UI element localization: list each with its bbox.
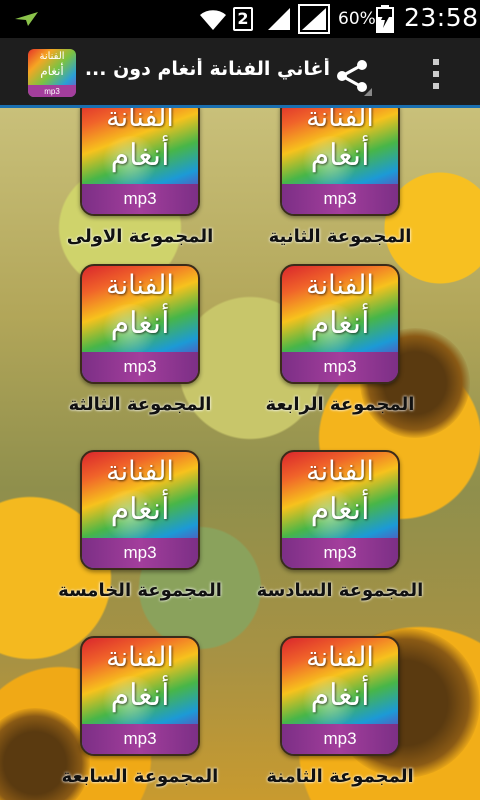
- group-thumbnail[interactable]: الفنانة أنغام mp3: [80, 108, 200, 216]
- tile-line2: أنغام: [110, 306, 170, 341]
- group-item[interactable]: الفنانة أنغام mp3 المجموعة الثانية: [240, 108, 440, 272]
- tile-line1: الفنانة: [306, 108, 374, 133]
- group-item[interactable]: الفنانة أنغام mp3 المجموعة الرابعة: [240, 264, 440, 440]
- group-item[interactable]: الفنانة أنغام mp3 المجموعة السادسة: [240, 450, 440, 626]
- group-label[interactable]: المجموعة الاولى: [40, 226, 240, 247]
- tile-format-label: mp3: [323, 729, 357, 748]
- group-label[interactable]: المجموعة الثامنة: [240, 766, 440, 787]
- tile-line2: أنغام: [310, 492, 370, 527]
- tile-line1: الفنانة: [306, 456, 374, 487]
- group-item[interactable]: الفنانة أنغام mp3 المجموعة السابعة: [40, 636, 240, 800]
- tile-format-label: mp3: [323, 357, 357, 376]
- action-bar: الفنانة أنغام mp3 أغاني الفنانة أنغام دو…: [0, 38, 480, 108]
- group-thumbnail[interactable]: الفنانة أنغام mp3: [280, 636, 400, 756]
- tile-format-label: mp3: [323, 189, 357, 208]
- overflow-menu-icon[interactable]: [430, 58, 442, 94]
- tile-line1: الفنانة: [106, 270, 174, 301]
- clock: 23:58: [404, 3, 479, 32]
- app-icon-line2: أنغام: [40, 64, 64, 78]
- group-thumbnail[interactable]: الفنانة أنغام mp3: [80, 636, 200, 756]
- group-label[interactable]: المجموعة الخامسة: [40, 580, 240, 601]
- tile-line1: الفنانة: [106, 108, 174, 133]
- app-icon[interactable]: الفنانة أنغام mp3: [28, 49, 76, 97]
- tile-line1: الفنانة: [306, 642, 374, 673]
- tile-format-label: mp3: [123, 189, 157, 208]
- tile-line2: أنغام: [310, 138, 370, 173]
- group-label[interactable]: المجموعة السابعة: [40, 766, 240, 787]
- sim-slot-badge: 2: [233, 7, 253, 31]
- group-thumbnail[interactable]: الفنانة أنغام mp3: [80, 450, 200, 570]
- group-item[interactable]: الفنانة أنغام mp3 المجموعة الثامنة: [240, 636, 440, 800]
- tile-format-label: mp3: [123, 357, 157, 376]
- battery-percent: 60%: [338, 9, 376, 29]
- tile-format-label: mp3: [123, 729, 157, 748]
- group-item[interactable]: الفنانة أنغام mp3 المجموعة الخامسة: [40, 450, 240, 626]
- tile-format-label: mp3: [323, 543, 357, 562]
- app-title: أغاني الفنانة أنغام دون ...: [86, 58, 330, 80]
- group-thumbnail[interactable]: الفنانة أنغام mp3: [80, 264, 200, 384]
- battery-charging-icon: [376, 5, 394, 37]
- group-item[interactable]: الفنانة أنغام mp3 المجموعة الثالثة: [40, 264, 240, 440]
- tile-format-label: mp3: [123, 543, 157, 562]
- tile-line1: الفنانة: [106, 456, 174, 487]
- notification-icon: [14, 10, 40, 32]
- status-bar: 2 60% 23:58: [0, 0, 480, 38]
- group-label[interactable]: المجموعة الرابعة: [240, 394, 440, 415]
- signal-icon: [298, 4, 330, 38]
- share-icon[interactable]: [334, 58, 374, 102]
- wifi-icon: [198, 6, 228, 36]
- tile-line1: الفنانة: [106, 642, 174, 673]
- app-icon-line1: الفنانة: [39, 51, 65, 62]
- tile-line2: أنغام: [310, 306, 370, 341]
- tile-line2: أنغام: [310, 678, 370, 713]
- app-icon-line3: mp3: [44, 87, 60, 96]
- group-thumbnail[interactable]: الفنانة أنغام mp3: [280, 108, 400, 216]
- signal-icon: [266, 6, 292, 36]
- group-label[interactable]: المجموعة الثالثة: [40, 394, 240, 415]
- tile-line2: أنغام: [110, 138, 170, 173]
- content-grid[interactable]: الفنانة أنغام mp3 المجموعة الثانية الفنا…: [0, 108, 480, 800]
- group-thumbnail[interactable]: الفنانة أنغام mp3: [280, 264, 400, 384]
- group-item[interactable]: الفنانة أنغام mp3 المجموعة الاولى: [40, 108, 240, 272]
- tile-line2: أنغام: [110, 678, 170, 713]
- group-thumbnail[interactable]: الفنانة أنغام mp3: [280, 450, 400, 570]
- tile-line2: أنغام: [110, 492, 170, 527]
- tile-line1: الفنانة: [306, 270, 374, 301]
- group-label[interactable]: المجموعة الثانية: [240, 226, 440, 247]
- group-label[interactable]: المجموعة السادسة: [240, 580, 440, 601]
